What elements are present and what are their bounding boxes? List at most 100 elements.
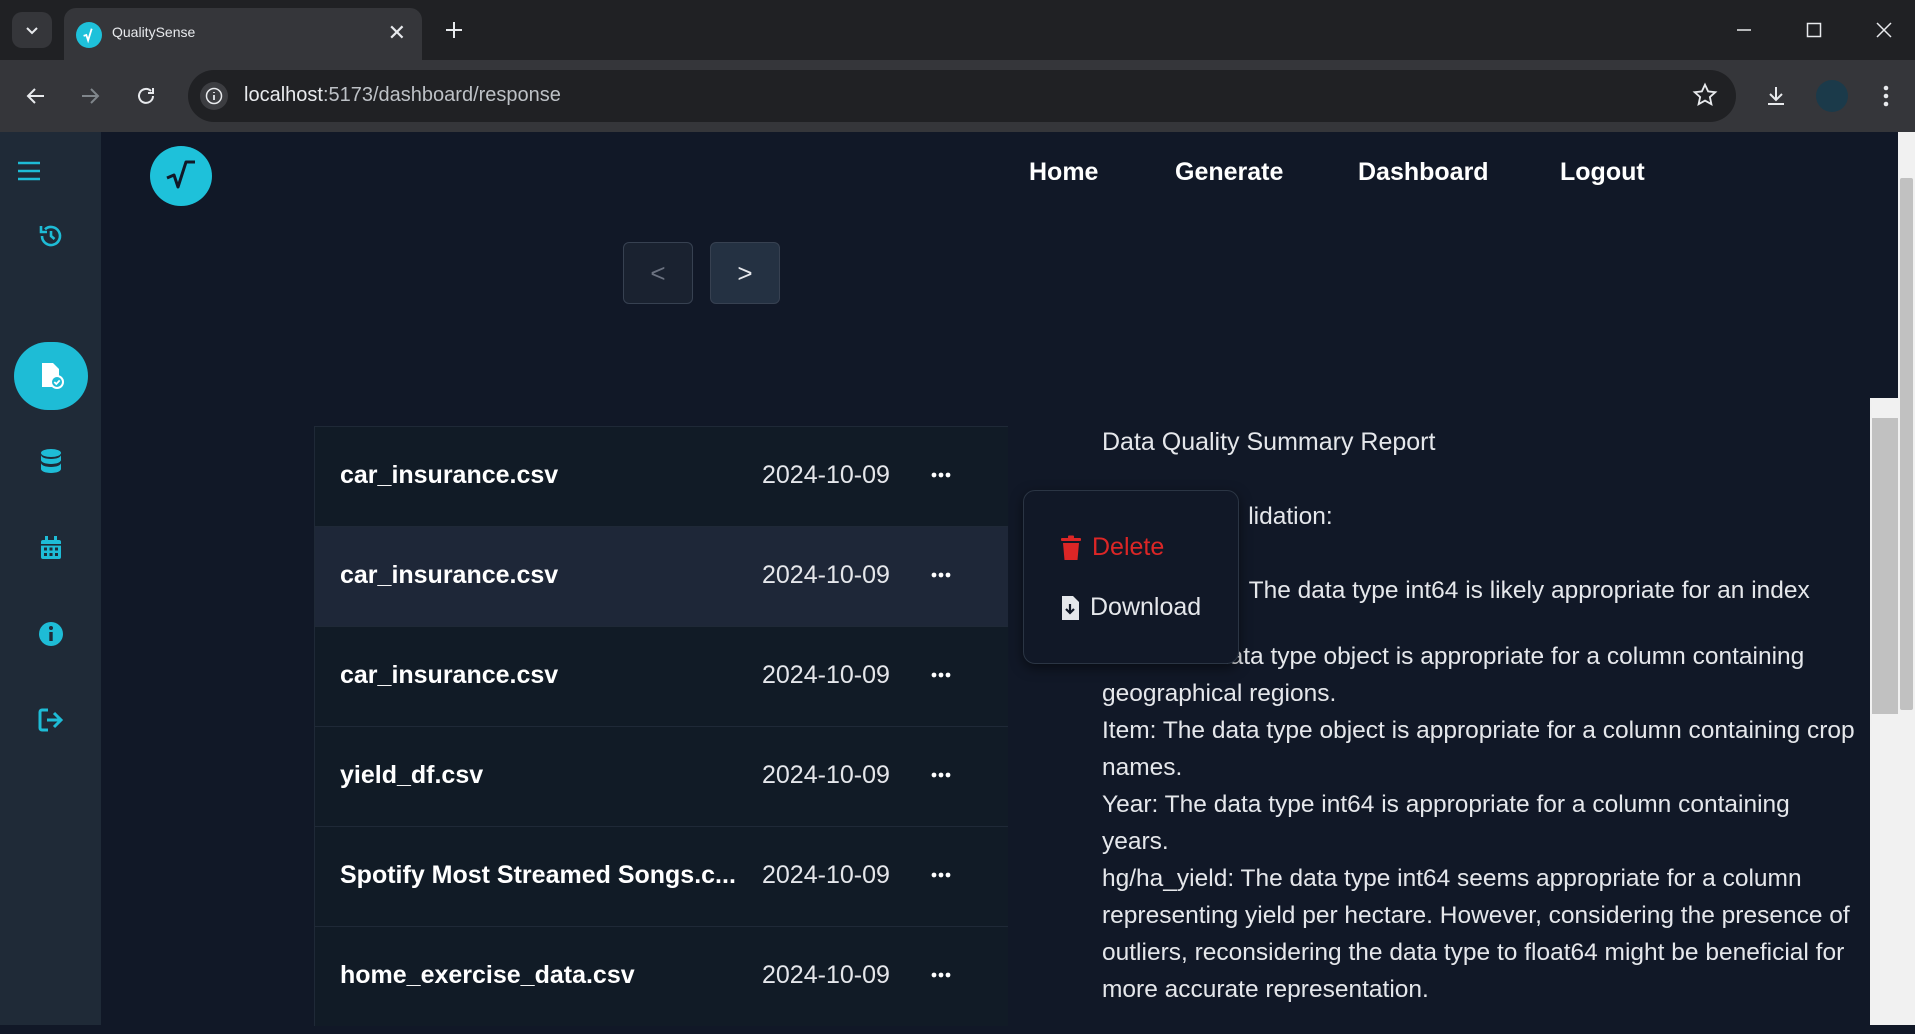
database-icon: [41, 449, 61, 473]
sidebar-item-responses[interactable]: [14, 342, 88, 410]
chevron-down-icon: [26, 27, 38, 35]
file-name: car_insurance.csv: [340, 461, 559, 489]
ellipsis-icon: [931, 772, 951, 778]
tab-title: QualitySense: [112, 24, 196, 40]
more-options-button[interactable]: [921, 955, 961, 995]
sidebar-item-info[interactable]: [14, 600, 88, 668]
address-bar[interactable]: localhost:5173/dashboard/response: [188, 70, 1736, 122]
report-index-text: The data type int64 is likely appropriat…: [1248, 577, 1810, 604]
report-scrollbar-thumb[interactable]: [1872, 418, 1898, 714]
file-name: car_insurance.csv: [340, 561, 559, 589]
file-row[interactable]: Spotify Most Streamed Songs.c... 2024-10…: [315, 826, 1008, 926]
more-options-button[interactable]: [921, 455, 961, 495]
nav-dashboard-link[interactable]: Dashboard: [1358, 158, 1489, 187]
reload-button[interactable]: [126, 76, 166, 116]
maximize-button[interactable]: [1794, 10, 1834, 50]
logout-icon: [38, 708, 64, 732]
report-line: hg/ha_yield: The data type int64 seems a…: [1102, 865, 1850, 1003]
arrow-left-icon: [26, 88, 44, 104]
file-date: 2024-10-09: [762, 461, 890, 489]
profile-button[interactable]: [1812, 76, 1852, 116]
qualitysense-logo-icon: [166, 160, 195, 189]
app-logo[interactable]: [150, 146, 212, 206]
new-tab-button[interactable]: [436, 12, 472, 48]
close-window-button[interactable]: [1864, 10, 1904, 50]
download-icon: [1768, 87, 1784, 105]
file-list: car_insurance.csv 2024-10-09 car_insuran…: [314, 426, 1008, 1026]
next-page-button[interactable]: >: [710, 242, 780, 304]
browser-toolbar: localhost:5173/dashboard/response: [0, 60, 1915, 132]
report-title: Data Quality Summary Report: [1102, 428, 1436, 456]
downloads-button[interactable]: [1756, 76, 1796, 116]
sidebar-item-database[interactable]: [14, 428, 88, 496]
delete-label: Delete: [1092, 533, 1165, 561]
minimize-button[interactable]: [1724, 10, 1764, 50]
history-icon: [39, 225, 62, 247]
nav-generate-link[interactable]: Generate: [1175, 158, 1283, 187]
ellipsis-icon: [931, 472, 951, 478]
download-label: Download: [1090, 593, 1202, 621]
file-name: yield_df.csv: [340, 761, 484, 789]
browser-tab[interactable]: QualitySense ✕: [64, 8, 422, 60]
trash-icon: [1061, 535, 1081, 560]
file-row[interactable]: car_insurance.csv 2024-10-09: [315, 626, 1008, 726]
file-date: 2024-10-09: [762, 661, 890, 689]
delete-menu-item[interactable]: Delete: [1060, 533, 1164, 562]
menu-toggle-button[interactable]: [16, 160, 52, 188]
more-options-button[interactable]: [921, 755, 961, 795]
file-date: 2024-10-09: [762, 961, 890, 989]
file-row[interactable]: car_insurance.csv 2024-10-09: [315, 526, 1008, 626]
file-check-icon: [42, 363, 64, 389]
file-name: home_exercise_data.csv: [340, 961, 635, 989]
close-icon: [1876, 22, 1892, 38]
sidebar-item-calendar[interactable]: [14, 514, 88, 582]
nav-logout-link[interactable]: Logout: [1560, 158, 1645, 187]
back-button[interactable]: [16, 76, 56, 116]
sidebar-item-history-btn[interactable]: [14, 202, 88, 270]
more-options-button[interactable]: [921, 655, 961, 695]
maximize-icon: [1806, 22, 1822, 38]
ellipsis-icon: [931, 872, 951, 878]
url-host: localhost: [244, 84, 323, 106]
url-path: :5173/dashboard/response: [322, 84, 561, 106]
forward-button[interactable]: [70, 76, 110, 116]
report-section-heading-text: lidation:: [1248, 503, 1333, 530]
sidebar-item-logout[interactable]: [14, 686, 88, 754]
app-root: Home Generate Dashboard Logout < > car_i…: [0, 132, 1915, 1026]
download-menu-item[interactable]: Download: [1060, 593, 1201, 622]
close-icon[interactable]: ✕: [388, 20, 406, 46]
reload-icon: [138, 87, 154, 104]
kebab-icon: [1883, 85, 1889, 107]
ellipsis-icon: [931, 572, 951, 578]
report-body: Area: The data type object is appropriat…: [1096, 638, 1856, 1008]
page-scrollbar-thumb[interactable]: [1900, 178, 1913, 710]
file-name: car_insurance.csv: [340, 661, 559, 689]
info-icon[interactable]: [200, 82, 228, 110]
file-name: Spotify Most Streamed Songs.c...: [340, 861, 736, 889]
tab-search-button[interactable]: [12, 12, 52, 48]
nav-home-link[interactable]: Home: [1029, 158, 1098, 187]
file-date: 2024-10-09: [762, 561, 890, 589]
browser-menu-button[interactable]: [1866, 76, 1906, 116]
more-options-button[interactable]: [921, 855, 961, 895]
prev-page-button[interactable]: <: [623, 242, 693, 304]
report-line: Item: The data type object is appropriat…: [1102, 717, 1855, 781]
ellipsis-icon: [931, 972, 951, 978]
arrow-right-icon: [82, 88, 100, 104]
avatar: [1816, 80, 1848, 112]
report-line: Year: The data type int64 is appropriate…: [1102, 791, 1790, 855]
file-row[interactable]: car_insurance.csv 2024-10-09: [315, 426, 1008, 526]
ellipsis-icon: [931, 672, 951, 678]
file-date: 2024-10-09: [762, 761, 890, 789]
star-icon[interactable]: [1692, 82, 1718, 113]
calendar-icon: [41, 536, 61, 559]
more-options-button[interactable]: [921, 555, 961, 595]
hamburger-icon: [18, 161, 40, 181]
favicon-icon: [76, 22, 102, 48]
file-row[interactable]: home_exercise_data.csv 2024-10-09: [315, 926, 1008, 1026]
sidebar: [0, 132, 101, 1025]
file-download-icon: [1062, 595, 1079, 620]
file-row[interactable]: yield_df.csv 2024-10-09: [315, 726, 1008, 826]
file-date: 2024-10-09: [762, 861, 890, 889]
info-circle-icon: [39, 622, 63, 646]
